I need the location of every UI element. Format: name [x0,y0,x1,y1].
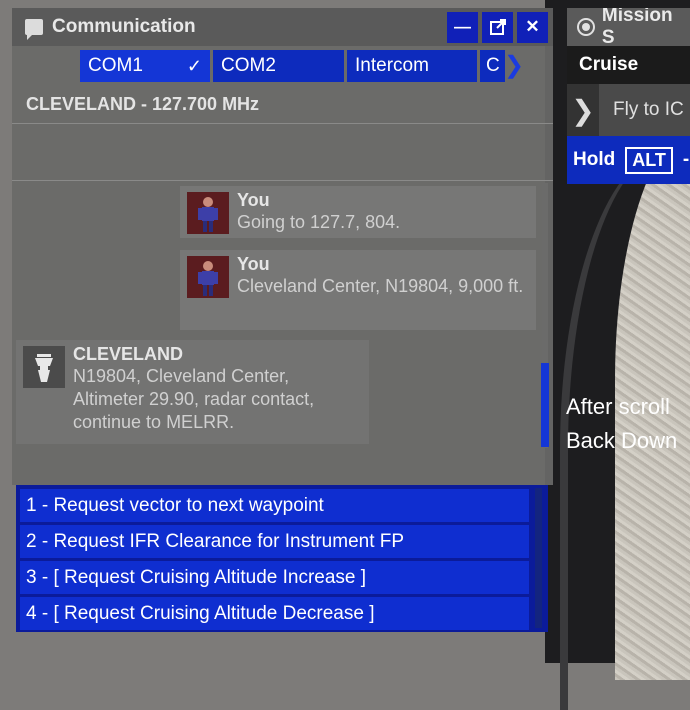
window-controls: — ✕ [447,11,548,43]
messages-scroll-thumb[interactable] [541,363,549,447]
chevron-right-icon: ❯ [567,84,599,136]
message-bubble: CLEVELAND N19804, Cleveland Center, Alti… [16,340,369,444]
message-sender: You [237,190,270,210]
mission-objective[interactable]: ❯ Fly to IC [567,84,690,136]
tab-com2[interactable]: COM2 [213,50,344,82]
atc-options-list: 1 - Request vector to next waypoint 2 - … [16,485,548,632]
message-sender: You [237,254,270,274]
chat-bubble-icon [25,19,43,40]
options-scrollbar[interactable] [535,488,542,628]
divider [12,180,553,181]
message-text: Going to 127.7, 804. [237,212,401,232]
flight-phase: Cruise [567,46,690,84]
popout-icon [489,19,506,35]
message-text: N19804, Cleveland Center, Altimeter 29.9… [73,366,315,432]
annotation-text: After scroll Back Down [566,390,677,458]
message-text: Cleveland Center, N19804, 9,000 ft. [237,276,524,296]
close-icon: ✕ [525,17,540,36]
atc-option[interactable]: 4 - [ Request Cruising Altitude Decrease… [20,597,529,630]
tab-intercom-label: Intercom [355,55,429,76]
annotation-line: After scroll [566,394,670,419]
target-icon [577,18,595,36]
communication-window: Communication — ✕ COM1 ✓ COM2 Intercom C… [12,8,553,485]
alt-badge: ALT [625,146,673,174]
atc-option[interactable]: 1 - Request vector to next waypoint [20,489,529,522]
pilot-avatar [187,256,229,298]
checkmark-icon: ✓ [186,56,202,76]
atc-tower-icon [23,346,65,388]
frequency-header: CLEVELAND - 127.700 MHz [12,86,553,124]
radio-tabs: COM1 ✓ COM2 Intercom C [80,50,505,82]
atc-option[interactable]: 2 - Request IFR Clearance for Instrument… [20,525,529,558]
communication-titlebar[interactable]: Communication — ✕ [12,8,553,46]
message-bubble: You Going to 127.7, 804. [180,186,536,238]
communication-title: Communication [52,16,196,37]
message-sender: CLEVELAND [73,344,184,364]
mission-window: Mission S Cruise ❯ Fly to IC Hold ALT - [567,8,690,184]
tab-intercom[interactable]: Intercom [347,50,477,82]
tab-com2-label: COM2 [221,55,276,76]
tab-overflow-label: C [486,55,500,76]
tab-com1-label: COM1 [88,55,143,76]
annotation-line: Back Down [566,428,678,453]
tabs-next-arrow-icon[interactable]: ❯ [504,53,524,79]
mission-title: Mission S [601,8,673,48]
message-bubble: You Cleveland Center, N19804, 9,000 ft. [180,250,536,330]
hold-label: Hold [573,149,616,170]
tab-overflow[interactable]: C [480,50,505,82]
hold-extra: - [682,149,690,170]
hold-row[interactable]: Hold ALT - [567,136,690,184]
tab-com1[interactable]: COM1 ✓ [80,50,210,82]
atc-option[interactable]: 3 - [ Request Cruising Altitude Increase… [20,561,529,594]
close-button[interactable]: ✕ [517,11,548,43]
pilot-avatar [187,192,229,234]
minimize-button[interactable]: — [447,11,478,43]
minimize-icon: — [454,17,471,36]
popout-button[interactable] [482,11,513,43]
mission-titlebar[interactable]: Mission S [567,8,690,48]
objective-text: Fly to IC [613,99,684,120]
